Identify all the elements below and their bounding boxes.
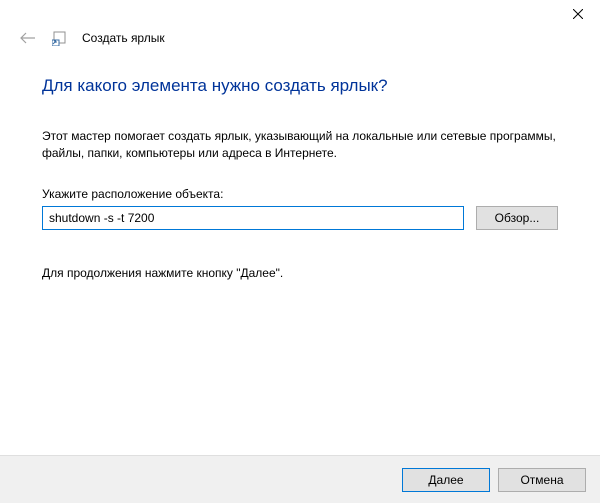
location-row: Обзор... xyxy=(42,206,558,230)
cancel-button[interactable]: Отмена xyxy=(498,468,586,492)
wizard-header: Создать ярлык xyxy=(0,30,600,56)
shortcut-icon xyxy=(52,30,68,46)
location-input[interactable] xyxy=(42,206,464,230)
back-arrow-icon xyxy=(20,32,36,44)
location-label: Укажите расположение объекта: xyxy=(42,187,558,201)
wizard-content: Для какого элемента нужно создать ярлык?… xyxy=(0,56,600,280)
wizard-footer: Далее Отмена xyxy=(0,455,600,503)
wizard-description: Этот мастер помогает создать ярлык, указ… xyxy=(42,128,558,163)
close-icon xyxy=(573,9,583,19)
page-heading: Для какого элемента нужно создать ярлык? xyxy=(42,76,558,96)
continue-hint: Для продолжения нажмите кнопку "Далее". xyxy=(42,266,558,280)
close-button[interactable] xyxy=(555,0,600,28)
browse-button[interactable]: Обзор... xyxy=(476,206,558,230)
window-titlebar xyxy=(0,0,600,30)
wizard-title: Создать ярлык xyxy=(82,31,165,45)
back-button[interactable] xyxy=(18,32,38,44)
next-button[interactable]: Далее xyxy=(402,468,490,492)
